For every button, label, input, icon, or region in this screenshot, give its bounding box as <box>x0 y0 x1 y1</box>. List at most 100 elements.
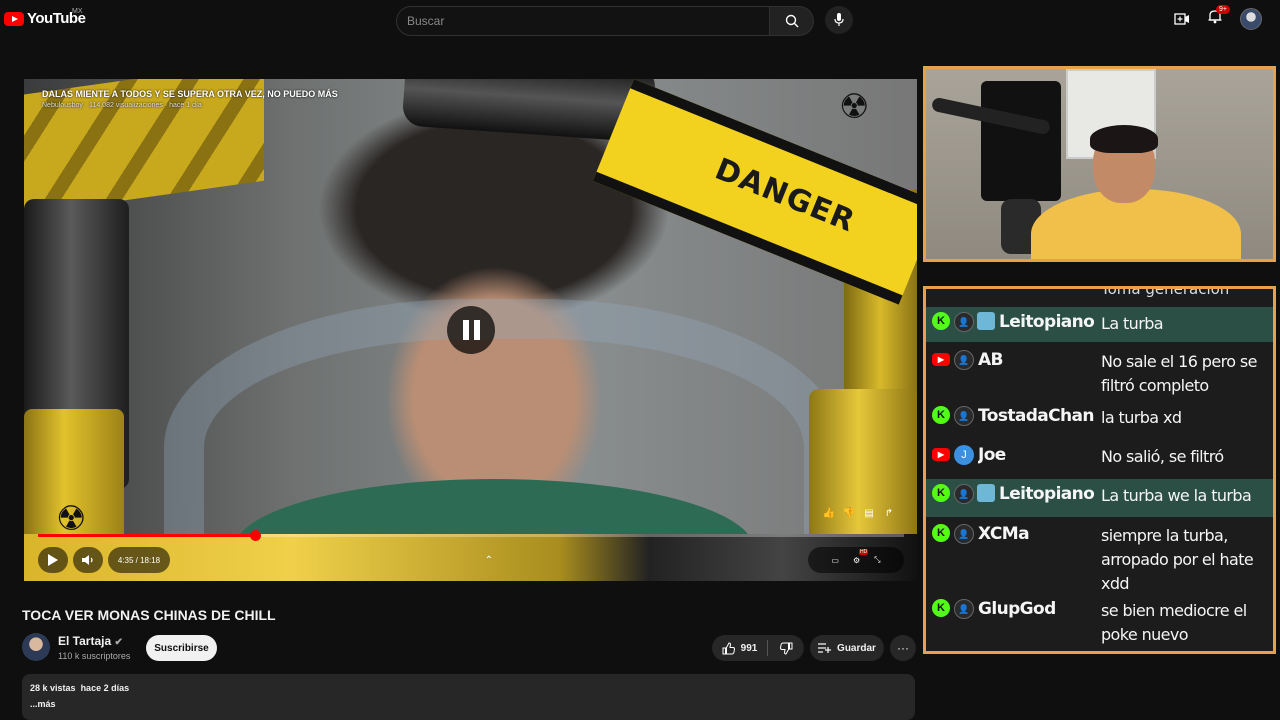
verified-icon: ✔ <box>114 637 123 648</box>
like-button[interactable]: 991 <box>712 635 767 661</box>
time-display: 4:35 / 18:18 <box>108 547 170 573</box>
show-more-link[interactable]: ...más <box>30 699 907 709</box>
play-icon <box>48 554 58 566</box>
pause-icon <box>473 320 480 340</box>
video-player[interactable]: DANGER ☢ ☢ DALAS MIENTE A TODOS Y SE SUP… <box>24 79 917 581</box>
user-avatar-icon: 👤 <box>954 524 974 544</box>
user-avatar-icon: 👤 <box>954 350 974 370</box>
chat-message: K 👤 Leitopiano La turba <box>926 307 1273 342</box>
chat-username: AB <box>978 350 1004 370</box>
kick-platform-icon: K <box>932 484 950 502</box>
subscriber-count: 110 k suscriptores <box>58 651 131 661</box>
microphone-icon <box>834 13 844 26</box>
pause-icon <box>462 320 469 340</box>
description-box[interactable]: 28 k vistas hace 2 días ...más <box>22 674 915 720</box>
progress-scrubber[interactable] <box>249 530 261 541</box>
chat-message: K 👤 XCMa siempre la turba, arropado por el … <box>926 519 1273 593</box>
volume-button[interactable] <box>73 547 103 573</box>
volume-icon <box>82 555 93 565</box>
radiation-icon: ☢ <box>839 88 870 126</box>
hd-badge: HD <box>858 548 869 555</box>
settings-icon[interactable]: ⚙ HD <box>853 548 869 565</box>
chat-message-text: No sale el 16 pero se filtró completo <box>1101 352 1257 395</box>
pause-button[interactable] <box>447 306 495 354</box>
view-count: 28 k vistas <box>30 683 76 693</box>
notifications-button[interactable]: 9+ <box>1208 5 1230 29</box>
progress-bar[interactable] <box>38 530 904 541</box>
progress-fill <box>38 534 255 537</box>
danger-text: DANGER <box>710 151 860 240</box>
chat-message-text: siempre la turba, arropado por el hate x… <box>1101 526 1254 593</box>
account-avatar[interactable] <box>1240 8 1262 30</box>
user-badge-icon <box>977 312 995 330</box>
chat-username: Leitopiano <box>999 312 1095 332</box>
chat-message: K 👤 Leitopiano La turba we la turba <box>926 479 1273 517</box>
channel-name-text: El Tartaja <box>58 634 112 648</box>
publish-date: hace 2 días <box>80 683 130 693</box>
like-dislike-group: 991 <box>712 635 804 661</box>
chat-cut-message: Toma generación <box>1101 286 1230 298</box>
thumbs-up-icon: 👍 <box>822 508 836 519</box>
thumbs-down-icon: 👎 <box>842 508 856 519</box>
youtube-logo[interactable]: YouTube MX <box>4 8 86 27</box>
channel-name[interactable]: El Tartaja ✔ <box>58 634 123 648</box>
video-meta: 28 k vistas hace 2 días <box>30 683 907 693</box>
kick-platform-icon: K <box>932 599 950 617</box>
radiation-icon: ☢ <box>56 500 87 538</box>
chat-message: ▶ J Joe No salió, se filtró <box>926 440 1273 476</box>
chat-username: Leitopiano <box>999 484 1095 504</box>
player-overlay-title: DALAS MIENTE A TODOS Y SE SUPERA OTRA VE… <box>42 89 338 99</box>
user-avatar-icon: 👤 <box>954 406 974 426</box>
inner-video-actions: 👍 👎 ▤ ↱ <box>822 507 896 521</box>
chat-username: XCMa <box>978 524 1030 544</box>
thumbs-up-icon <box>722 641 735 654</box>
like-count: 991 <box>740 642 758 654</box>
chat-message-text: La turba we la turba <box>1101 486 1252 505</box>
channel-avatar[interactable] <box>22 633 50 661</box>
chat-username: TostadaChan <box>978 406 1095 426</box>
kick-platform-icon: K <box>932 524 950 542</box>
play-button[interactable] <box>38 547 68 573</box>
user-avatar-icon: 👤 <box>954 599 974 619</box>
chat-message-text: la turba xd <box>1101 408 1182 427</box>
subtitles-icon[interactable]: ▭ <box>831 556 839 565</box>
fullscreen-icon[interactable]: ⤡ <box>874 555 880 565</box>
more-actions-button[interactable]: ··· <box>890 635 916 661</box>
video-title: TOCA VER MONAS CHINAS DE CHILL <box>22 607 276 623</box>
chat-message-text: La turba <box>1101 314 1164 333</box>
user-badge-icon <box>977 484 995 502</box>
notification-count-badge: 9+ <box>1216 5 1230 14</box>
chat-username: GlupGod <box>978 599 1056 619</box>
webcam-hair <box>1090 125 1158 153</box>
chat-message-text: No salió, se filtró <box>1101 447 1224 466</box>
chat-overlay: Toma generación K 👤 Leitopiano La turba ▶ 👤 AB… <box>923 286 1276 654</box>
chat-username: Joe <box>978 445 1006 465</box>
thumbs-down-icon <box>779 642 792 655</box>
webcam-poster <box>981 81 1061 201</box>
streamer-webcam <box>923 66 1276 262</box>
player-overlay-subtitle: Nebulousboy · 114.082 visualizaciones · … <box>42 102 202 109</box>
top-bar: YouTube MX Buscar 9+ <box>0 0 1280 40</box>
header-actions: 9+ <box>1174 5 1262 30</box>
right-controls: ▭ ⚙ HD ⤡ <box>808 547 904 573</box>
save-label: Guardar <box>837 642 876 654</box>
voice-search-button[interactable] <box>825 6 853 34</box>
chevron-up-icon[interactable]: ⌃ <box>170 555 808 566</box>
share-icon: ↱ <box>884 508 894 519</box>
chat-message: K 👤 TostadaChan la turba xd <box>926 401 1273 437</box>
chat-message: K 👤 GlupGod se bien mediocre el poke nuevo <box>926 594 1273 646</box>
search-input[interactable]: Buscar <box>396 6 770 36</box>
user-avatar-icon: 👤 <box>954 312 974 332</box>
player-controls: 4:35 / 18:18 ⌃ ▭ ⚙ HD ⤡ <box>38 546 904 574</box>
save-button[interactable]: Guardar <box>810 635 884 661</box>
more-horizontal-icon: ··· <box>897 641 909 655</box>
youtube-play-icon <box>4 11 24 26</box>
dislike-button[interactable] <box>768 635 804 661</box>
subscribe-button[interactable]: Suscribirse <box>146 635 217 661</box>
comment-icon: ▤ <box>864 508 874 519</box>
create-video-icon[interactable] <box>1174 12 1190 26</box>
chat-message: ▶ 👤 AB No sale el 16 pero se filtró complet… <box>926 345 1273 397</box>
search-button[interactable] <box>770 6 814 36</box>
kick-platform-icon: K <box>932 406 950 424</box>
youtube-platform-icon: ▶ <box>932 448 950 461</box>
